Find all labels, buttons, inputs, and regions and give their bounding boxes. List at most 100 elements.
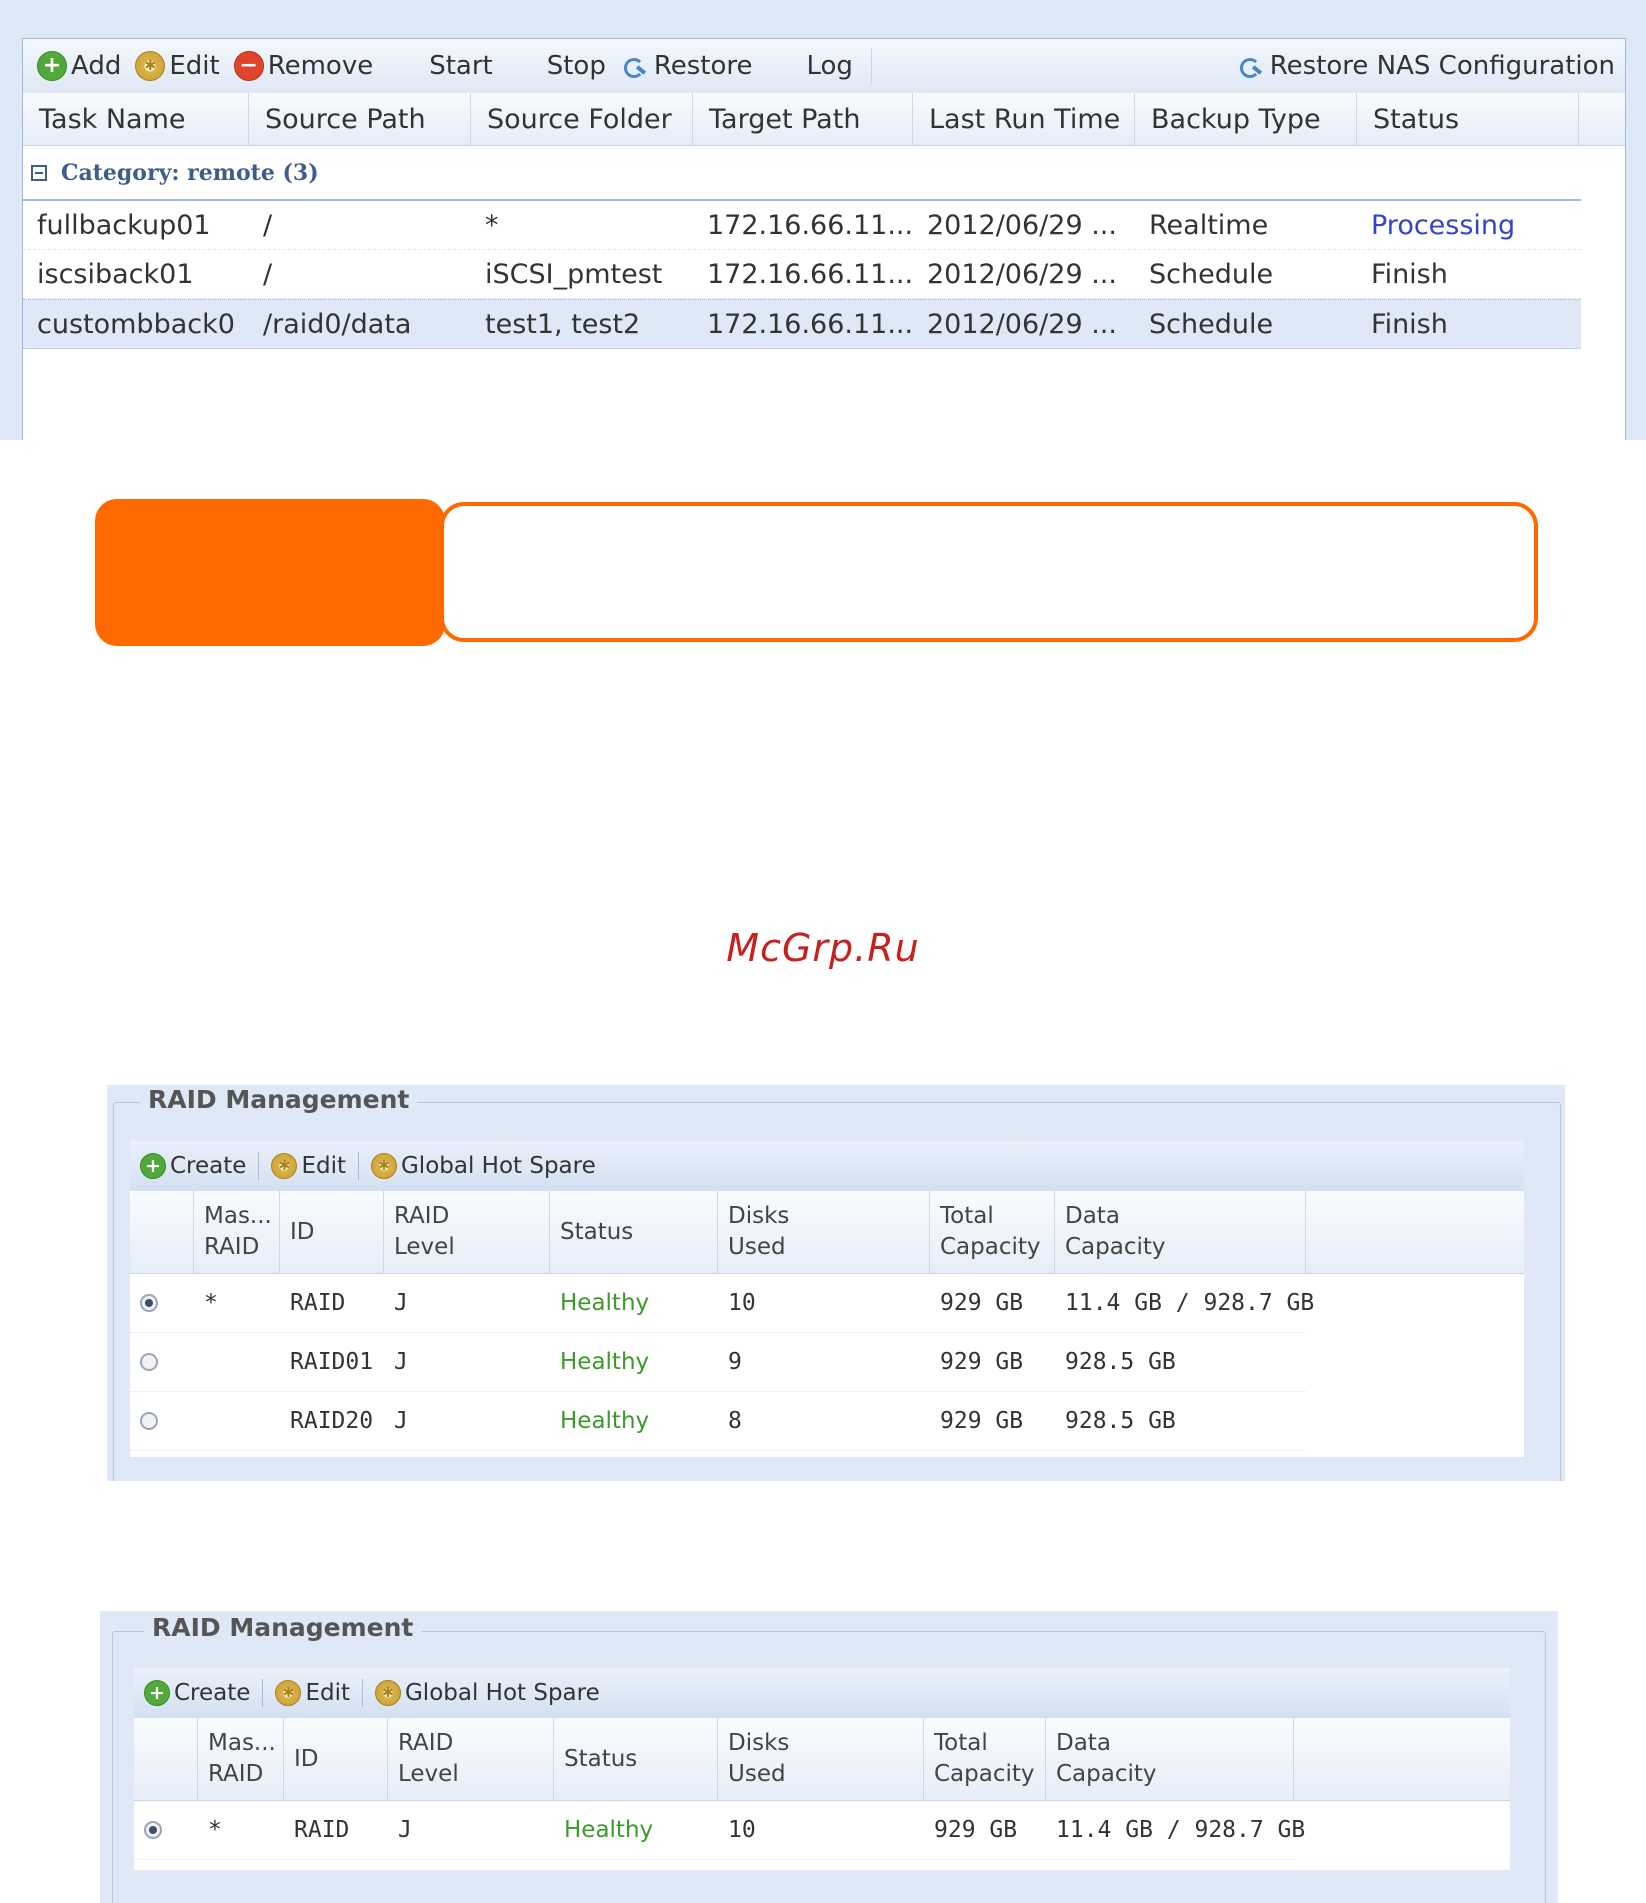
watermark: McGrp.Ru [726, 926, 920, 970]
cell-id: RAID01 [290, 1348, 374, 1375]
cell-status: Healthy [560, 1407, 650, 1434]
edit-button[interactable]: ✱ Edit [271, 1141, 346, 1191]
edit-label: Edit [169, 51, 220, 81]
table-row[interactable]: fullbackup01 / * 172.16.66.11... 2012/06… [23, 201, 1581, 250]
raid-management-panel: RAID Management + Create ✱ Edit ✱ Global… [107, 1085, 1565, 1481]
raid-toolbar: + Create ✱ Edit ✱ Global Hot Spare [130, 1141, 1524, 1191]
header-line: RAID [204, 1234, 260, 1260]
cell-task: iscsiback01 [37, 258, 194, 290]
cell-target: 172.16.66.11... [707, 258, 913, 290]
create-button[interactable]: + Create [144, 1668, 250, 1718]
col-status[interactable]: Status [554, 1718, 718, 1800]
col-id[interactable]: ID [280, 1191, 384, 1273]
header-line: RAID [208, 1761, 264, 1787]
header-line: RAID [394, 1203, 450, 1229]
stop-button[interactable]: Stop [547, 39, 606, 93]
cell-type: Realtime [1149, 209, 1269, 241]
restore-nas-icon [1236, 52, 1264, 80]
cell-status: Finish [1371, 258, 1448, 290]
gear-icon: ✱ [271, 1153, 298, 1179]
cell-task: fullbackup01 [37, 209, 211, 241]
cell-master [194, 1332, 280, 1391]
table-row[interactable]: iscsiback01 / iSCSI_pmtest 172.16.66.11.… [23, 250, 1581, 299]
table-row[interactable]: RAID01 J Healthy 9 929 GB 928.5 GB [130, 1332, 1306, 1392]
gear-icon: ✱ [374, 1680, 401, 1706]
cell-status: Processing [1371, 209, 1516, 241]
add-button[interactable]: + Add [37, 39, 121, 93]
header-line: Capacity [1065, 1234, 1166, 1260]
col-raid-level[interactable]: RAID Level [384, 1191, 550, 1273]
cell-disks: 10 [728, 1289, 756, 1316]
cell-path: / [263, 209, 273, 241]
remove-button[interactable]: − Remove [233, 39, 373, 93]
restore-nas-config-button[interactable]: Restore NAS Configuration [1236, 39, 1615, 93]
create-button[interactable]: + Create [140, 1141, 246, 1191]
header-line: Total [934, 1730, 988, 1756]
col-raid-level[interactable]: RAID Level [388, 1718, 554, 1800]
col-status[interactable]: Status [550, 1191, 718, 1273]
table-row[interactable]: RAID20 J Healthy 8 929 GB 928.5 GB [130, 1391, 1306, 1451]
col-source-path[interactable]: Source Path [249, 93, 471, 145]
section-tab [95, 499, 445, 646]
restore-label: Restore [653, 51, 753, 81]
section-title-box [440, 502, 1538, 642]
cell-data: 928.5 GB [1065, 1407, 1176, 1434]
cell-disks: 8 [728, 1407, 742, 1434]
col-id[interactable]: ID [284, 1718, 388, 1800]
col-backup-type[interactable]: Backup Type [1135, 93, 1357, 145]
cell-level: J [394, 1348, 408, 1375]
global-hot-spare-button[interactable]: ✱ Global Hot Spare [374, 1668, 600, 1718]
header-line: Mas... [208, 1730, 276, 1756]
table-row[interactable]: * RAID J Healthy 10 929 GB 11.4 GB / 928… [134, 1800, 1305, 1860]
toolbar-separator [258, 1152, 260, 1180]
col-status[interactable]: Status [1357, 93, 1579, 145]
remove-icon: − [233, 51, 264, 81]
backup-panel: + Add ✱ Edit − Remove Start Stop Restore [0, 0, 1646, 440]
col-master-raid[interactable]: Mas... RAID [198, 1718, 284, 1800]
cell-status: Healthy [560, 1348, 650, 1375]
category-group-header[interactable]: Category: remote (3) [23, 147, 1581, 201]
col-task-name[interactable]: Task Name [23, 93, 249, 145]
select-radio[interactable] [144, 1820, 162, 1839]
col-select [130, 1191, 194, 1273]
select-radio[interactable] [140, 1352, 158, 1371]
raid-management-panel: RAID Management + Create ✱ Edit ✱ Global… [100, 1611, 1558, 1903]
cell-type: Schedule [1149, 308, 1274, 340]
col-last-run-time[interactable]: Last Run Time [913, 93, 1135, 145]
restore-button[interactable]: Restore [620, 39, 753, 93]
header-line: Used [728, 1761, 786, 1787]
col-total-capacity[interactable]: Total Capacity [924, 1718, 1046, 1800]
select-radio[interactable] [140, 1411, 158, 1430]
select-radio[interactable] [140, 1293, 158, 1312]
header-line: Disks [728, 1203, 790, 1229]
col-data-capacity[interactable]: Data Capacity [1046, 1718, 1294, 1800]
raid-legend: RAID Management [140, 1085, 418, 1114]
cell-id: RAID [294, 1816, 350, 1843]
collapse-icon[interactable] [31, 165, 47, 181]
col-data-capacity[interactable]: Data Capacity [1055, 1191, 1306, 1273]
edit-button[interactable]: ✱ Edit [135, 39, 220, 93]
col-master-raid[interactable]: Mas... RAID [194, 1191, 280, 1273]
header-line: Level [398, 1761, 459, 1787]
start-button[interactable]: Start [429, 39, 493, 93]
header-line: RAID [398, 1730, 454, 1756]
col-target-path[interactable]: Target Path [693, 93, 913, 145]
log-button[interactable]: Log [807, 39, 853, 93]
cell-level: J [394, 1289, 408, 1316]
table-row-selected[interactable]: custombback0 /raid0/data test1, test2 17… [23, 299, 1581, 349]
header-line: Capacity [940, 1234, 1041, 1260]
cell-master: * [204, 1289, 218, 1316]
col-disks-used[interactable]: Disks Used [718, 1718, 924, 1800]
backup-grid: + Add ✱ Edit − Remove Start Stop Restore [22, 38, 1626, 440]
edit-button[interactable]: ✱ Edit [275, 1668, 350, 1718]
col-total-capacity[interactable]: Total Capacity [930, 1191, 1055, 1273]
backup-column-header: Task Name Source Path Source Folder Targ… [23, 93, 1625, 146]
col-disks-used[interactable]: Disks Used [718, 1191, 930, 1273]
col-source-folder[interactable]: Source Folder [471, 93, 693, 145]
cell-disks: 10 [728, 1816, 756, 1843]
global-hot-spare-button[interactable]: ✱ Global Hot Spare [370, 1141, 596, 1191]
toolbar-separator [361, 1679, 363, 1707]
header-line: Mas... [204, 1203, 272, 1229]
raid-column-header: Mas... RAID ID RAID Level Status Disks Used… [134, 1718, 1510, 1801]
table-row[interactable]: * RAID J Healthy 10 929 GB 11.4 GB / 928… [130, 1273, 1314, 1333]
